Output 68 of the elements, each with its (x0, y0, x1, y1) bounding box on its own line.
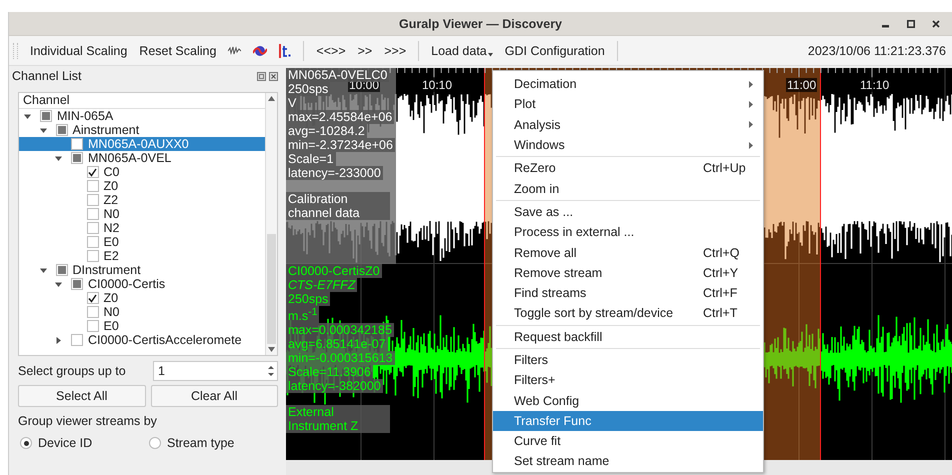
panel-title: Channel List (12, 69, 82, 83)
time-label: 11:10 (859, 78, 890, 92)
menu-item-label: Transfer Func (514, 414, 592, 428)
item-label: Z0 (104, 291, 118, 305)
item-label: CI0000-Certis (88, 277, 166, 291)
time-label: 10:10 (421, 78, 454, 92)
stream-name: MN065A-0VELC0 (286, 68, 390, 82)
item-label: Ainstrument (72, 123, 140, 137)
item-label: E0 (104, 319, 119, 333)
unit-label: V (286, 96, 298, 110)
shortcut-label: Ctrl+F (703, 286, 738, 300)
menu-item-label: Filters (514, 353, 550, 367)
item-label: N0 (104, 207, 120, 221)
unit-label: m.s$^{-1}$ (286, 306, 320, 324)
time-label: 11:00 (786, 78, 818, 92)
item-label: MN065A-0AUXX0 (88, 137, 189, 151)
menu-item-label: Find streams (514, 286, 588, 300)
item-label: Z2 (104, 193, 118, 207)
shortcut-label: Ctrl+Y (703, 266, 740, 280)
group-label: Group viewer streams by (18, 414, 158, 428)
stream-name: CI0000-CertisZ0 (286, 264, 382, 278)
menu-item-label: Remove stream (514, 266, 604, 280)
stat-label: min=-2.37234e+06 (286, 138, 395, 152)
menu-item-label: Plot (514, 97, 537, 112)
menu-item-label: Web Config (514, 394, 580, 408)
shortcut-label: Ctrl+Q (703, 246, 740, 260)
field-label: Select groups up to (18, 364, 127, 378)
stat-label: Scale=1 (286, 152, 336, 166)
menu-item-label: Remove all (514, 246, 578, 260)
sample-rate: 250sps (286, 82, 330, 96)
menu-item-label: Zoom in (514, 182, 560, 196)
stream-description: Calibration channel data (286, 192, 390, 220)
item-label: N2 (104, 221, 120, 235)
timestamp: 2023/10/06 11:21:23.376 (808, 44, 946, 58)
item-label: DInstrument (72, 263, 141, 277)
stat-label: Scale=11.3906 (286, 365, 373, 380)
serial-number: CTS-E7FFZ (286, 278, 358, 292)
menu-item-label: Curve fit (514, 434, 562, 448)
item-label: MN065A-0VEL (88, 151, 172, 165)
menu-item-label: Process in external ... (514, 225, 636, 240)
item-label: E0 (104, 235, 119, 249)
stat-label: max=0.000342185 (286, 323, 394, 338)
stat-label: max=2.45584e+06 (286, 110, 394, 124)
item-label: E2 (104, 249, 119, 263)
stat-label: latency=-233000 (286, 166, 383, 180)
menu-item-label: Decimation (514, 77, 578, 92)
stat-label: latency=-382000 (286, 379, 383, 394)
stream-description: External Instrument Z (286, 405, 390, 434)
menu-item-label: Set stream name (514, 454, 610, 468)
menu-item-label: Windows (514, 138, 566, 152)
stat-label: avg=6.85141e-07 (286, 337, 388, 352)
menu-item-label: Analysis (514, 118, 562, 132)
item-label: MIN-065A (57, 109, 114, 123)
stat-label: avg=-10284.2 (286, 124, 367, 138)
menu-item-label: Save as ... (514, 204, 574, 219)
item-label: CI0000-CertisAcceleromete (88, 333, 242, 347)
item-label: C0 (104, 165, 120, 179)
shortcut-label: Ctrl+T (703, 306, 738, 320)
item-label: N0 (104, 305, 120, 319)
stat-label: min=-0.000315613 (286, 351, 395, 366)
menu-item-label: Request backfill (514, 330, 604, 344)
window-title: Guralp Viewer — Discovery (398, 16, 562, 30)
shortcut-label: Ctrl+Up (703, 161, 743, 176)
menu-item-label: Toggle sort by stream/device (514, 306, 674, 320)
item-label: Z0 (104, 179, 118, 193)
menu-item-label: ReZero (514, 161, 557, 176)
sample-rate: 250sps (286, 292, 330, 306)
menu-item-label: Filters+ (514, 373, 556, 388)
